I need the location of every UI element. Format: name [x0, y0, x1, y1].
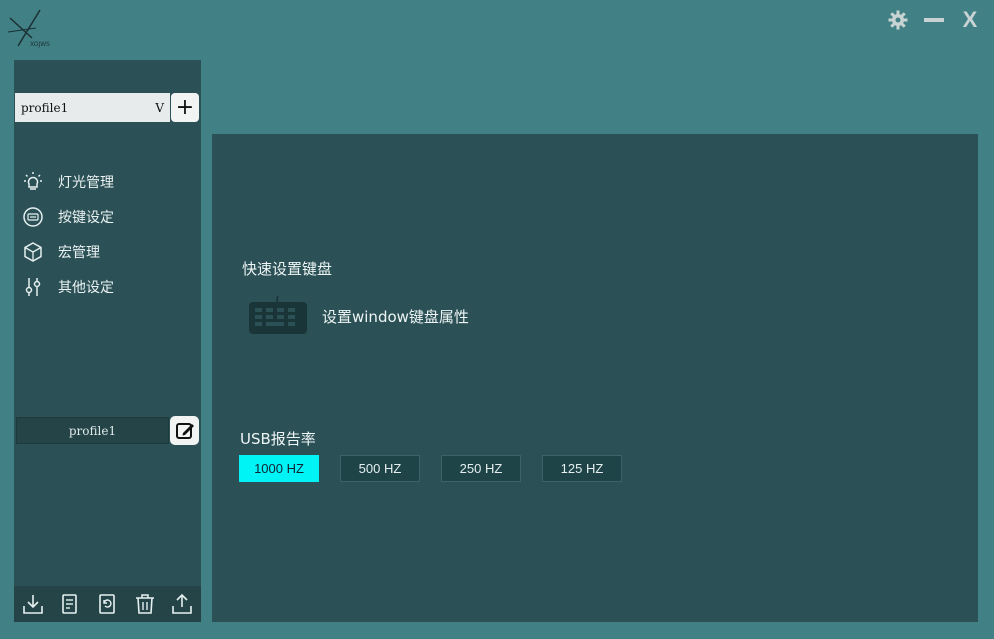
usb-rate-group: 1000 HZ 500 HZ 250 HZ 125 HZ: [239, 455, 622, 482]
key-icon: [22, 206, 44, 228]
main-panel: 快速设置键盘 设置window键盘属性 USB报告率 1000 HZ 500 H…: [212, 134, 978, 622]
profile-select-value: profile1: [21, 100, 69, 115]
edit-profile-button[interactable]: [170, 416, 199, 445]
sidebar-item-label: 按键设定: [58, 209, 114, 226]
sidebar-item-macros[interactable]: 宏管理: [22, 234, 197, 269]
export-icon: [172, 593, 193, 614]
notes-button[interactable]: [57, 591, 83, 617]
settings-button[interactable]: [886, 8, 910, 32]
app-logo: XOJWS: [6, 8, 60, 52]
close-button[interactable]: X: [958, 7, 982, 32]
sidebar-item-label: 宏管理: [58, 244, 100, 261]
plus-icon: +: [175, 95, 195, 120]
minimize-button[interactable]: [922, 8, 946, 32]
keyboard-settings-link[interactable]: 设置window键盘属性: [322, 306, 469, 327]
chevron-down-icon: V: [155, 100, 164, 115]
logo-text: XOJWS: [30, 41, 50, 48]
close-icon: X: [962, 7, 978, 32]
profile-name-field: profile1: [16, 417, 169, 444]
import-icon: [22, 595, 43, 614]
sidebar: profile1 V + 灯光管理 按键设定 宏管理 其他设定 profile1: [14, 60, 201, 622]
profile-toolbar: [14, 586, 201, 622]
sidebar-item-label: 灯光管理: [58, 174, 114, 191]
reset-button[interactable]: [94, 591, 120, 617]
rate-250-button[interactable]: 250 HZ: [441, 455, 521, 482]
sidebar-item-label: 其他设定: [58, 279, 114, 296]
edit-icon: [175, 422, 194, 439]
reset-icon: [99, 594, 116, 614]
usb-rate-title: USB报告率: [240, 430, 316, 448]
sidebar-item-other-settings[interactable]: 其他设定: [22, 269, 197, 304]
light-bulb-icon: [22, 171, 44, 193]
quick-setup-title: 快速设置键盘: [242, 260, 333, 278]
import-button[interactable]: [20, 591, 46, 617]
window-controls: X: [886, 7, 982, 32]
rate-500-button[interactable]: 500 HZ: [340, 455, 420, 482]
notes-icon: [62, 594, 77, 614]
delete-button[interactable]: [132, 591, 158, 617]
minimize-icon: [924, 18, 944, 22]
gear-icon: [888, 10, 908, 30]
sliders-icon: [22, 276, 44, 298]
sidebar-item-lighting[interactable]: 灯光管理: [22, 164, 197, 199]
sidebar-item-keys[interactable]: 按键设定: [22, 199, 197, 234]
export-button[interactable]: [169, 591, 195, 617]
macro-cube-icon: [22, 241, 44, 263]
rate-125-button[interactable]: 125 HZ: [542, 455, 622, 482]
rate-1000-button[interactable]: 1000 HZ: [239, 455, 319, 482]
add-profile-button[interactable]: +: [171, 93, 199, 122]
keyboard-icon[interactable]: [248, 292, 308, 336]
profile-select[interactable]: profile1 V: [15, 93, 170, 122]
sidebar-nav: 灯光管理 按键设定 宏管理 其他设定: [22, 164, 197, 304]
delete-icon: [135, 594, 154, 614]
